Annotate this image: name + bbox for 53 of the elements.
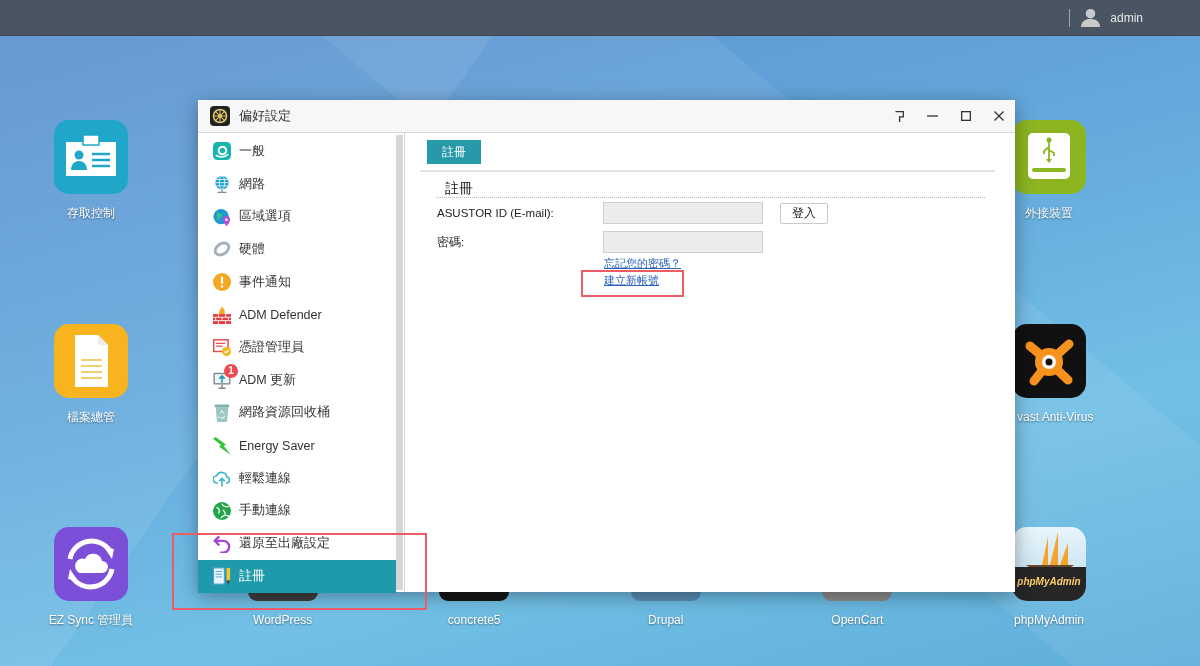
sidebar-item[interactable]: 輕鬆連線 <box>198 461 396 495</box>
section-heading: 註冊 <box>436 180 985 198</box>
globe-pin-icon <box>213 207 231 226</box>
user-name[interactable]: admin <box>1110 10 1143 25</box>
cloud-sync-icon[interactable] <box>54 527 128 601</box>
sidebar-item[interactable]: 還原至出廠設定 <box>198 527 396 560</box>
monitor-upload-icon <box>213 371 231 390</box>
ring-tile-icon <box>213 142 231 161</box>
sidebar-item[interactable]: 網路 <box>198 167 396 201</box>
firewall-icon <box>213 305 231 324</box>
help-icon <box>895 110 904 122</box>
text-link[interactable]: 建立新帳號 <box>604 274 659 287</box>
alert-icon <box>213 273 231 292</box>
recycle-bin-icon <box>213 403 231 422</box>
notification-badge: 1 <box>224 364 238 379</box>
certificate-icon <box>213 338 231 357</box>
sphere-icon <box>213 501 231 520</box>
sidebar-item[interactable]: ADM Defender <box>198 298 396 332</box>
sidebar-item[interactable]: 手動連線 <box>198 494 396 528</box>
sidebar-item[interactable]: Energy Saver <box>198 429 396 462</box>
text-link[interactable]: 忘記您的密碼？ <box>604 257 681 270</box>
user-icon[interactable] <box>1081 8 1101 27</box>
sidebar-item[interactable]: 區域選項 <box>198 200 396 234</box>
sidebar-item[interactable]: 1 ADM 更新 <box>198 363 396 397</box>
tab[interactable]: 註冊 <box>427 140 481 164</box>
undo-icon <box>213 534 231 553</box>
sidebar-item[interactable]: 事件通知 <box>198 265 396 299</box>
minimize-icon <box>927 115 938 117</box>
wheel-icon <box>210 106 230 126</box>
sidebar-item[interactable]: 網路資源回收桶 <box>198 396 396 430</box>
document-icon[interactable] <box>54 323 128 398</box>
lightning-icon <box>213 436 231 455</box>
maximize-icon <box>960 111 971 121</box>
input-field[interactable] <box>603 231 763 253</box>
notepad-pencil-icon <box>213 567 231 586</box>
sidebar-item[interactable]: 註冊 <box>198 559 396 593</box>
cloud-upload-icon <box>213 469 231 488</box>
app-icon[interactable] <box>439 592 510 601</box>
globe-icon <box>213 175 231 194</box>
sidebar-item[interactable]: 一般 <box>198 135 396 168</box>
field-label: ASUSTOR ID (E-mail): <box>436 207 555 219</box>
close-icon <box>993 111 1004 121</box>
login-button[interactable]: 登入 <box>780 202 828 224</box>
sidebar-item[interactable]: 硬體 <box>198 233 396 266</box>
input-field[interactable] <box>603 202 763 224</box>
scrollbar[interactable] <box>396 135 403 590</box>
field-label: 密碼: <box>436 234 466 250</box>
id-card-icon[interactable] <box>54 120 128 194</box>
logo-text: phpMyAdmin <box>1016 576 1082 588</box>
sailboat-icon[interactable] <box>1011 527 1086 601</box>
sidebar-item[interactable]: 憑證管理員 <box>198 331 396 364</box>
window-title: 偏好設定 <box>239 107 291 125</box>
ring-icon <box>213 240 231 259</box>
